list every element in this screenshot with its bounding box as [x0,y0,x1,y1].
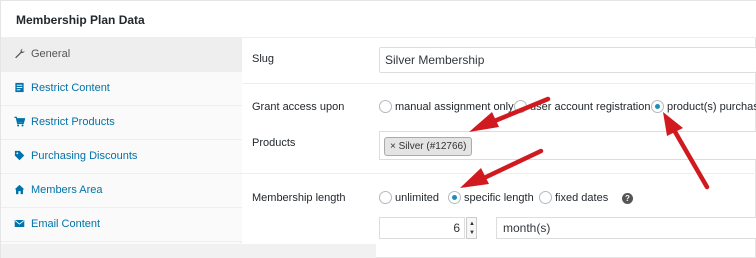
grant-manual-radio[interactable] [379,100,392,113]
tab-purchasing-discounts[interactable]: Purchasing Discounts [1,140,242,174]
tab-label: Restrict Products [31,116,115,128]
length-amount-stepper[interactable]: ▲ ▼ [466,217,477,239]
stepper-down-icon[interactable]: ▼ [469,230,475,236]
row-divider [242,83,756,84]
help-icon[interactable]: ? [622,193,633,204]
slug-label: Slug [252,53,275,65]
tag-icon [14,150,25,161]
slug-input[interactable] [379,47,756,73]
page-background-strip [1,244,376,258]
length-unlimited-radio[interactable] [379,191,392,204]
chip-remove-icon[interactable]: × [390,141,396,152]
tab-label: Purchasing Discounts [31,150,138,162]
grant-registration-label[interactable]: user account registration [530,101,650,113]
chip-label: Silver (#12766) [398,141,467,152]
length-fixed-label[interactable]: fixed dates [555,192,608,204]
panel-title: Membership Plan Data [16,13,145,27]
grant-purchase-label[interactable]: product(s) purchase [667,101,756,113]
length-unit-select[interactable]: month(s) [496,217,756,239]
grant-access-label: Grant access upon [252,101,345,113]
panel-header: Membership Plan Data [1,1,756,38]
length-amount-input[interactable]: 6 [379,217,465,239]
envelope-icon [14,220,25,227]
products-label: Products [252,137,296,149]
length-unlimited-label[interactable]: unlimited [395,192,439,204]
sidebar: General Restrict Content Restrict Produc… [1,38,242,244]
tab-restrict-products[interactable]: Restrict Products [1,106,242,140]
tab-email-content[interactable]: Email Content [1,208,242,242]
grant-manual-label[interactable]: manual assignment only [395,101,514,113]
cart-icon [14,116,25,127]
tab-general[interactable]: General [1,38,242,72]
length-specific-radio[interactable] [448,191,461,204]
tab-label: Restrict Content [31,82,110,94]
length-fixed-radio[interactable] [539,191,552,204]
tab-restrict-content[interactable]: Restrict Content [1,72,242,106]
length-specific-label[interactable]: specific length [464,192,534,204]
membership-plan-data-panel: Membership Plan Data General Restrict Co… [0,0,756,258]
membership-length-label: Membership length [252,192,346,204]
grant-purchase-radio[interactable] [651,100,664,113]
stepper-up-icon[interactable]: ▲ [469,221,475,227]
wrench-icon [15,48,25,59]
tab-members-area[interactable]: Members Area [1,174,242,208]
tab-label: Email Content [31,218,101,230]
home-icon [14,184,25,195]
document-icon [15,82,24,93]
tab-label: General [31,48,71,60]
tab-label: Members Area [31,184,103,196]
grant-registration-radio[interactable] [514,100,527,113]
product-chip[interactable]: × Silver (#12766) [384,137,473,156]
row-divider [242,173,756,174]
